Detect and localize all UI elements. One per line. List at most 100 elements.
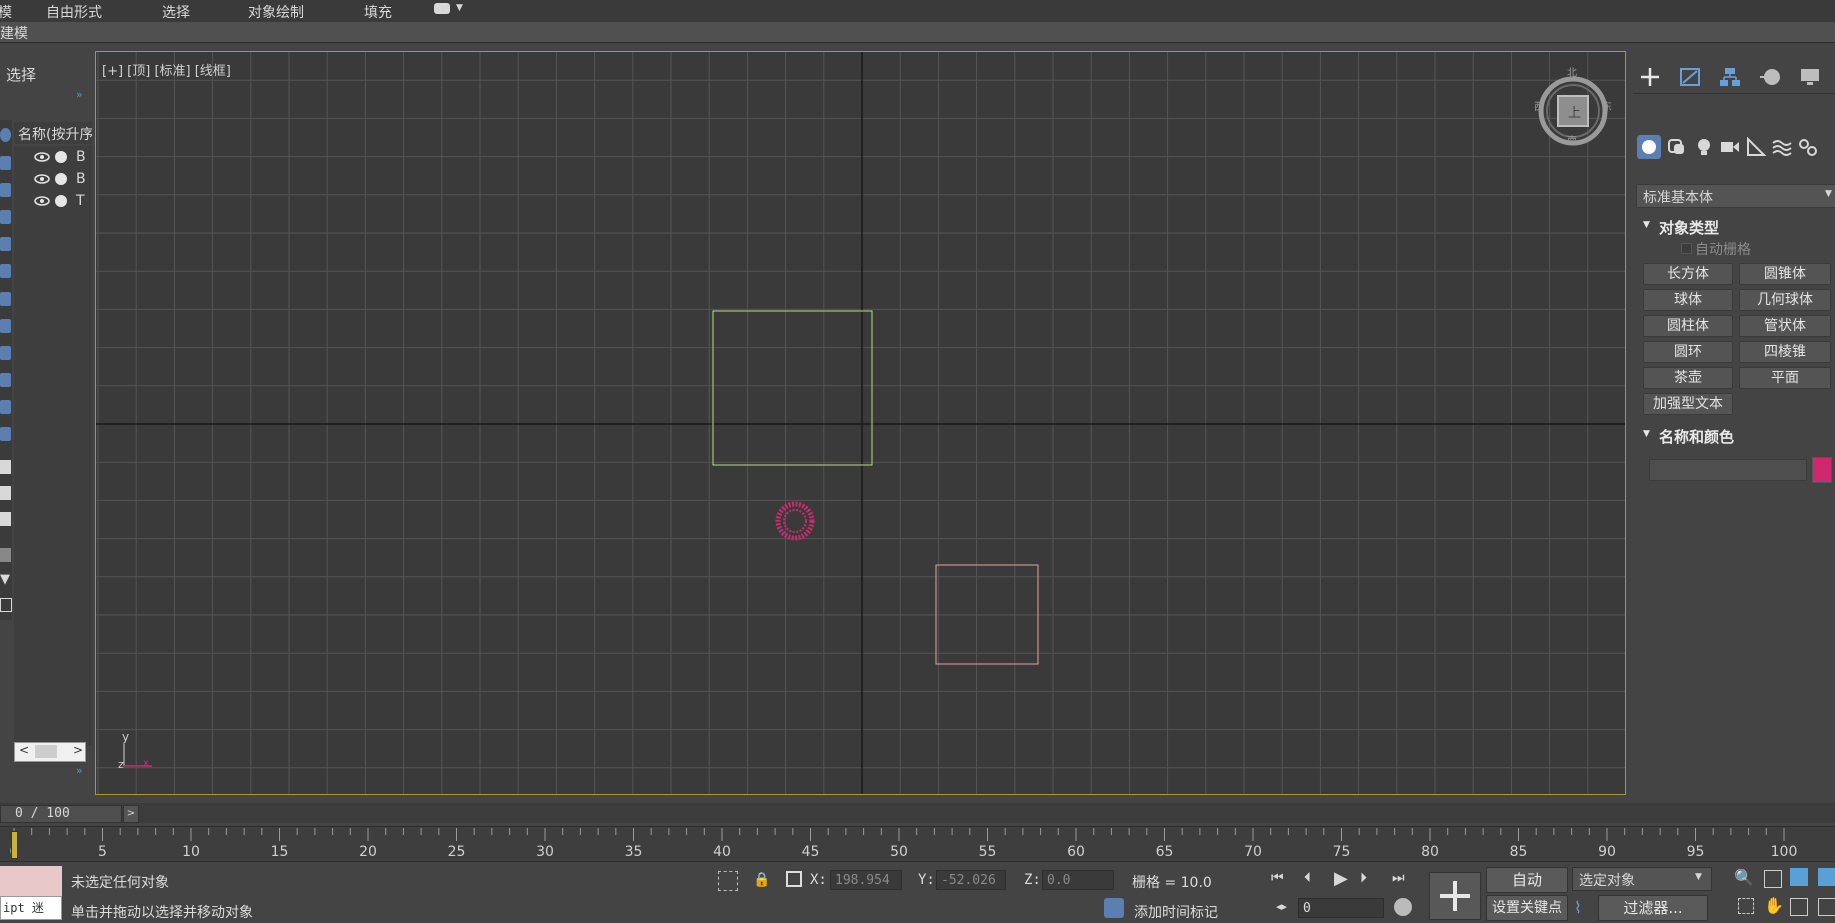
zoom-region-icon[interactable] [1738, 898, 1754, 914]
modify-tab-icon[interactable] [1677, 65, 1703, 89]
subtab-modeling[interactable]: 建模 [0, 23, 28, 43]
horizontal-scrollbar[interactable]: < > [14, 742, 86, 762]
display-groups-icon[interactable] [0, 292, 11, 306]
chevron-down-icon[interactable]: ▼ [456, 3, 463, 13]
layer-sort-icon[interactable] [0, 486, 11, 500]
filter-icon[interactable]: ▼ [0, 572, 10, 587]
name-color-rollout-header[interactable]: ▼ 名称和颜色 [1633, 426, 1835, 450]
layer-icon[interactable] [0, 460, 11, 474]
render-icon[interactable] [55, 195, 67, 207]
lock-icon[interactable]: 🔒 [753, 872, 770, 888]
object-color-swatch[interactable] [1812, 457, 1832, 483]
viewcube-face-label[interactable]: 上 [1568, 102, 1581, 121]
set-key-mode-button[interactable]: 设置关键点 [1486, 895, 1568, 921]
list-item[interactable]: T [14, 190, 92, 212]
time-slider[interactable]: 0 / 100 > [0, 803, 1835, 823]
sphere-button[interactable]: 球体 [1643, 289, 1733, 311]
display-spacewarps-icon[interactable] [0, 264, 11, 278]
display-shapes-icon[interactable] [0, 156, 11, 170]
next-frame-icon[interactable]: > [123, 805, 139, 823]
hierarchy-tab-icon[interactable] [1717, 65, 1743, 89]
shapes-category-icon[interactable] [1664, 135, 1690, 159]
tab-freeform[interactable]: 自由形式 [46, 2, 102, 22]
display-helpers-icon[interactable] [0, 237, 11, 251]
display-geometry-icon[interactable] [0, 128, 11, 142]
geosphere-button[interactable]: 几何球体 [1739, 289, 1831, 311]
create-tab-icon[interactable] [1637, 65, 1663, 89]
key-mode-toggle-icon[interactable]: ◂▸ [1276, 900, 1287, 913]
object-name-input[interactable] [1649, 459, 1807, 481]
textplus-button[interactable]: 加强型文本 [1643, 393, 1733, 415]
autogrid-checkbox[interactable] [1681, 243, 1692, 254]
viewcube-east[interactable]: 东 [1602, 98, 1612, 113]
display-tab-icon[interactable] [1797, 65, 1823, 89]
time-configuration-icon[interactable] [1394, 898, 1412, 916]
display-containers-icon[interactable] [0, 373, 11, 387]
current-frame-spinner[interactable]: 0 [1298, 898, 1384, 918]
go-to-start-icon[interactable]: ⏮ [1271, 870, 1284, 886]
display-xrefs-icon[interactable] [0, 319, 11, 333]
add-time-tag[interactable]: 添加时间标记 [1134, 902, 1218, 922]
time-slider-thumb[interactable]: 0 / 100 [0, 805, 122, 823]
viewcube-north[interactable]: 北 [1567, 64, 1577, 79]
display-cameras-icon[interactable] [0, 210, 11, 224]
key-filters-button[interactable]: 过滤器... [1598, 895, 1708, 921]
motion-tab-icon[interactable] [1757, 65, 1783, 89]
scrollbar-thumb[interactable] [35, 745, 57, 758]
current-frame-marker[interactable] [11, 831, 18, 859]
plane-button[interactable]: 平面 [1739, 367, 1831, 389]
expand-arrows-icon[interactable]: » [76, 88, 83, 101]
tab-populate[interactable]: 填充 [364, 2, 392, 22]
track-bar[interactable]: 0510152025303540455055606570758085909510… [0, 826, 1835, 862]
go-to-end-icon[interactable]: ⏭ [1392, 870, 1405, 886]
spacewarps-category-icon[interactable] [1769, 135, 1795, 159]
torus-button[interactable]: 圆环 [1643, 341, 1733, 363]
cameras-category-icon[interactable] [1717, 135, 1743, 159]
absolute-mode-icon[interactable] [786, 871, 802, 887]
y-coordinate-field[interactable]: -52.026 [936, 870, 1006, 890]
time-tag-icon[interactable] [1104, 898, 1124, 918]
auto-key-button[interactable]: 自动 [1486, 867, 1568, 893]
tab-selection[interactable]: 选择 [162, 2, 190, 22]
maxscript-listener[interactable]: ipt 迷 [0, 866, 62, 920]
systems-category-icon[interactable] [1795, 135, 1821, 159]
display-frozen-icon[interactable] [0, 400, 11, 414]
zoom-extents-icon[interactable] [1790, 868, 1808, 886]
viewcube-south[interactable]: 南 [1567, 132, 1577, 147]
eye-icon[interactable] [34, 151, 50, 163]
object-type-rollout-header[interactable]: ▼ 对象类型 [1633, 217, 1835, 241]
tab-modeling[interactable]: 模 [0, 2, 12, 22]
maxscript-mini-input[interactable]: ipt 迷 [0, 896, 62, 920]
cylinder-button[interactable]: 圆柱体 [1643, 315, 1733, 337]
scroll-right-icon[interactable]: > [73, 743, 83, 757]
set-key-button[interactable] [1429, 872, 1481, 920]
zoom-icon[interactable]: 🔍 [1734, 868, 1754, 887]
orbit-icon[interactable] [1790, 898, 1808, 916]
key-filter-dropdown[interactable]: 选定对象 ▼ [1572, 867, 1712, 891]
previous-frame-icon[interactable]: ⏴ [1304, 870, 1311, 886]
ribbon-options-icon[interactable] [434, 3, 450, 14]
display-lights-icon[interactable] [0, 183, 11, 197]
helpers-category-icon[interactable] [1743, 135, 1769, 159]
viewport-label[interactable]: [+] [顶] [标准] [线框] [102, 60, 231, 79]
category-dropdown[interactable]: 标准基本体 ▼ [1636, 184, 1835, 208]
box-button[interactable]: 长方体 [1643, 263, 1733, 285]
z-coordinate-field[interactable]: 0.0 [1042, 870, 1114, 890]
cone-button[interactable]: 圆锥体 [1739, 263, 1831, 285]
isolate-selection-icon[interactable] [718, 871, 738, 891]
eye-icon[interactable] [34, 195, 50, 207]
clipboard-icon[interactable] [0, 598, 12, 612]
render-icon[interactable] [55, 173, 67, 185]
scroll-left-icon[interactable]: < [19, 743, 29, 757]
tube-button[interactable]: 管状体 [1739, 315, 1831, 337]
column-header[interactable]: 名称(按升序 [14, 122, 92, 144]
expand-arrows-icon[interactable]: » [76, 764, 83, 777]
pyramid-button[interactable]: 四棱锥 [1739, 341, 1831, 363]
play-icon[interactable]: ▶ [1334, 868, 1348, 889]
list-item[interactable]: B [14, 168, 92, 190]
teapot-button[interactable]: 茶壶 [1643, 367, 1733, 389]
list-item[interactable]: B [14, 146, 92, 168]
render-icon[interactable] [55, 151, 67, 163]
display-bones-icon[interactable] [0, 346, 11, 360]
paint-icon[interactable] [0, 548, 11, 562]
